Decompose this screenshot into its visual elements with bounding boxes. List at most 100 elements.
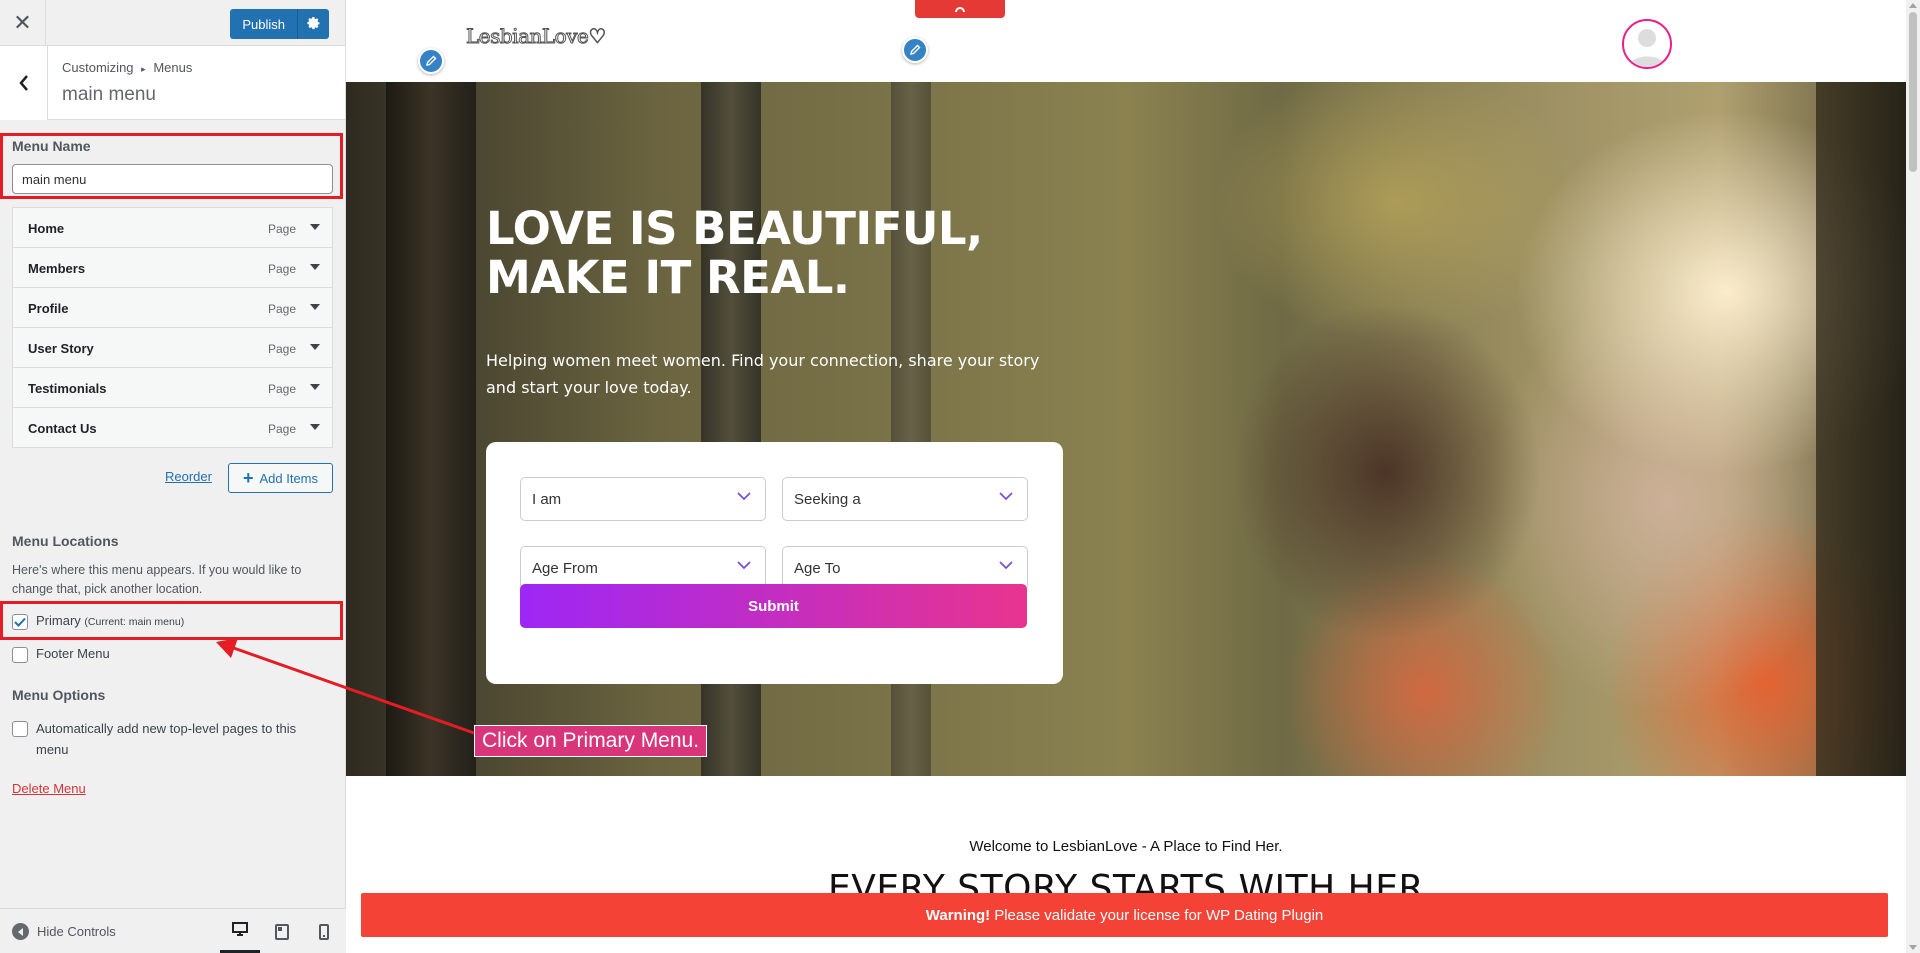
auto-add-checkbox[interactable]: [12, 721, 28, 737]
menu-item[interactable]: Testimonials Page: [12, 367, 333, 408]
menu-item[interactable]: User Story Page: [12, 327, 333, 368]
scroll-down-arrow-icon[interactable]: [1909, 945, 1917, 950]
i-am-value: I am: [532, 490, 562, 508]
menu-item-title: Home: [28, 221, 65, 236]
menu-name-input[interactable]: [12, 164, 333, 194]
user-avatar[interactable]: [1622, 19, 1672, 69]
mobile-icon: [319, 923, 329, 940]
scrollbar-thumb[interactable]: [1909, 12, 1917, 172]
age-from-value: Age From: [532, 559, 598, 577]
caret-down-icon[interactable]: [308, 420, 322, 434]
publish-button[interactable]: Publish: [230, 9, 297, 39]
close-customizer-button[interactable]: ✕: [0, 0, 46, 46]
desktop-icon: [232, 922, 248, 936]
search-form-card: I am Seeking a Age From Age To Submit: [486, 442, 1063, 684]
seeking-value: Seeking a: [794, 490, 861, 508]
customizer-footer: Hide Controls: [0, 908, 346, 953]
back-button[interactable]: [0, 46, 48, 120]
license-warning-bar: Warning! Please validate your license fo…: [361, 893, 1888, 937]
checkmark-icon: [14, 617, 26, 627]
warning-label: Warning!: [925, 906, 991, 924]
menu-item[interactable]: Members Page: [12, 247, 333, 288]
menu-item-title: User Story: [28, 341, 94, 356]
primary-label: Primary: [36, 613, 81, 628]
chevron-down-icon: [999, 561, 1013, 570]
hero-title-line1: LOVE IS BEAUTIFUL,: [486, 202, 983, 255]
warning-message: Please validate your license for WP Dati…: [994, 906, 1324, 924]
reorder-link[interactable]: Reorder: [165, 469, 212, 484]
desktop-preview-button[interactable]: [220, 909, 260, 953]
caret-down-icon[interactable]: [308, 380, 322, 394]
chevron-up-icon: [955, 7, 965, 13]
primary-current-note: (Current: main menu): [84, 616, 185, 628]
i-am-select[interactable]: I am: [520, 477, 766, 521]
seeking-select[interactable]: Seeking a: [782, 477, 1028, 521]
publish-settings-button[interactable]: [297, 9, 329, 39]
caret-down-icon[interactable]: [308, 220, 322, 234]
hide-controls-button[interactable]: Hide Controls: [12, 923, 116, 940]
menu-item[interactable]: Profile Page: [12, 287, 333, 328]
chevron-left-icon: [18, 75, 28, 91]
primary-location-option[interactable]: Primary (Current: main menu): [12, 613, 184, 630]
tablet-preview-button[interactable]: [262, 909, 302, 953]
chevron-down-icon: [737, 492, 751, 501]
menu-item-type: Page: [267, 262, 296, 276]
breadcrumb-section: Menus: [153, 60, 193, 75]
hero-subtitle: Helping women meet women. Find your conn…: [486, 351, 1040, 397]
caret-down-icon[interactable]: [308, 340, 322, 354]
breadcrumb: Customizing ▸ Menus: [62, 60, 192, 75]
site-header: LesbianLove♡: [346, 0, 1906, 82]
customizer-sidebar: ✕ Publish Customizing ▸ Menus main menu …: [0, 0, 346, 953]
menu-locations-description: Here's where this menu appears. If you w…: [12, 563, 302, 596]
age-to-value: Age To: [794, 559, 841, 577]
mobile-preview-button[interactable]: [304, 909, 344, 953]
tree-trunk: [1816, 82, 1906, 776]
footer-menu-checkbox[interactable]: [12, 647, 28, 663]
user-silhouette-icon: [1629, 29, 1665, 67]
site-preview: LesbianLove♡ LOVE IS BEAUTIFUL, MAKE IT …: [346, 0, 1906, 953]
gear-icon: [306, 17, 319, 30]
caret-down-icon[interactable]: [308, 260, 322, 274]
menu-items-list: Home Page Members Page Profile Page User…: [12, 207, 333, 448]
breadcrumb-root: Customizing: [62, 60, 134, 75]
breadcrumb-separator: ▸: [141, 64, 146, 74]
add-items-label: Add Items: [259, 470, 319, 486]
primary-checkbox[interactable]: [12, 614, 28, 630]
menu-item-title: Members: [28, 261, 86, 276]
hide-controls-label: Hide Controls: [37, 924, 116, 939]
delete-menu-link[interactable]: Delete Menu: [12, 781, 86, 796]
menu-item-title: Testimonials: [28, 381, 107, 396]
welcome-text: Welcome to LesbianLove - A Place to Find…: [969, 838, 1283, 855]
menu-item[interactable]: Home Page: [12, 207, 333, 248]
menu-locations-heading: Menu Locations: [12, 533, 119, 549]
page-scrollbar[interactable]: [1906, 0, 1920, 953]
plus-icon: +: [242, 468, 254, 488]
menu-item-title: Profile: [28, 301, 69, 316]
site-logo[interactable]: LesbianLove♡: [466, 24, 607, 49]
search-submit-button[interactable]: Submit: [520, 584, 1027, 628]
publish-group: Publish: [230, 9, 329, 39]
section-header: Customizing ▸ Menus main menu: [0, 46, 345, 120]
chevron-down-icon: [737, 561, 751, 570]
chevron-down-icon: [999, 492, 1013, 501]
collapse-icon: [12, 923, 29, 940]
edit-logo-pencil-icon[interactable]: [418, 48, 444, 74]
menu-options-heading: Menu Options: [12, 687, 106, 703]
tree-trunk: [386, 82, 476, 776]
auto-add-pages-option[interactable]: Automatically add new top-level pages to…: [12, 720, 326, 760]
menu-item-type: Page: [267, 422, 296, 436]
menu-item[interactable]: Contact Us Page: [12, 407, 333, 448]
menu-item-type: Page: [267, 222, 296, 236]
scroll-up-arrow-icon[interactable]: [1909, 3, 1917, 8]
footer-menu-label: Footer Menu: [36, 646, 110, 661]
menu-name-label: Menu Name: [12, 138, 91, 154]
add-items-button[interactable]: + Add Items: [228, 463, 333, 493]
close-icon: ✕: [13, 10, 32, 35]
annotation-label: Click on Primary Menu.: [474, 725, 708, 757]
footer-menu-location-option[interactable]: Footer Menu: [12, 646, 110, 663]
edit-menu-pencil-icon[interactable]: [902, 37, 928, 63]
auto-add-label: Automatically add new top-level pages to…: [36, 721, 297, 757]
caret-down-icon[interactable]: [308, 300, 322, 314]
hero-banner: LOVE IS BEAUTIFUL, MAKE IT REAL. Helping…: [346, 82, 1906, 776]
admin-toggle-tab[interactable]: [915, 0, 1005, 18]
